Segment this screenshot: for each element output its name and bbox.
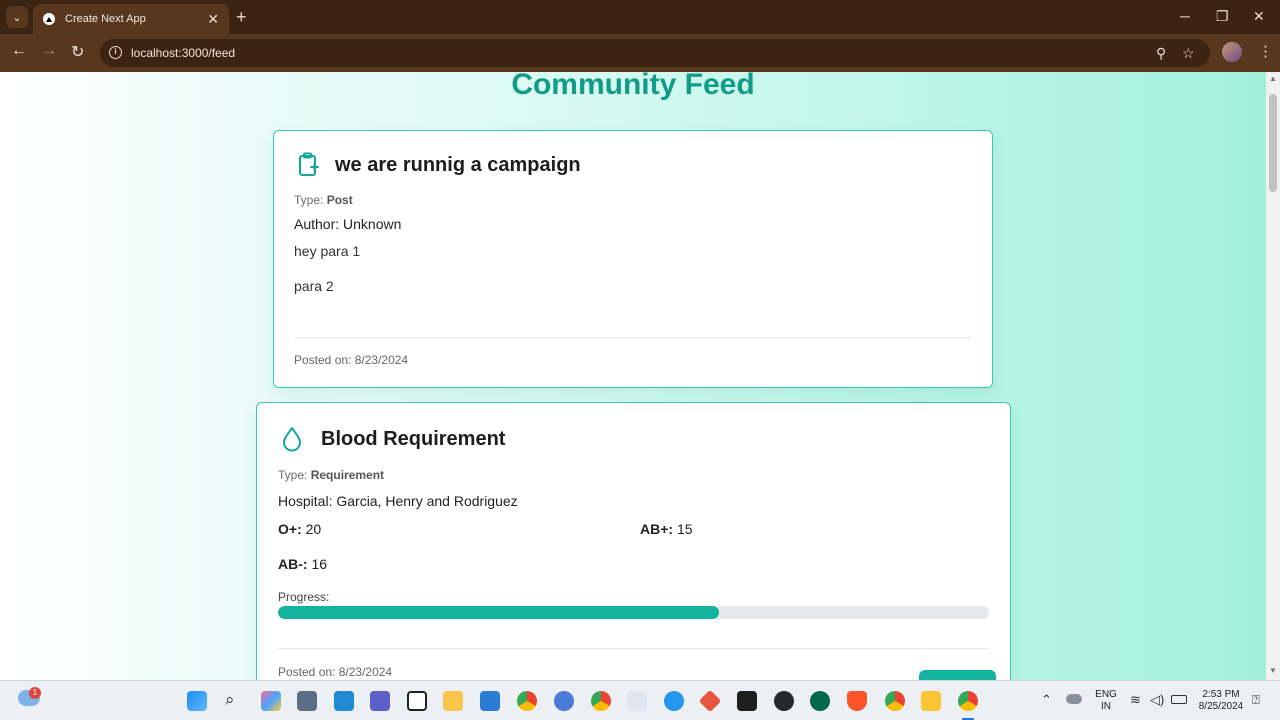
location-pin-icon[interactable]: ⚲ <box>1156 45 1166 62</box>
vscode-icon[interactable] <box>334 691 354 711</box>
card-divider <box>278 648 989 649</box>
tab-search-button[interactable]: ⌄ <box>6 6 28 28</box>
notification-badge: 1 <box>29 687 41 699</box>
windows-taskbar: 1 ⌕ ⌃ ENG IN ≋ ◁) 2:53 PM 8/25/2024 ⍰ <box>0 680 1280 720</box>
blood-group-item: AB+: 15 <box>640 521 693 537</box>
chrome-icon[interactable] <box>591 691 611 711</box>
tab-close-icon[interactable]: ✕ <box>207 11 219 28</box>
droplet-icon <box>281 426 303 452</box>
chrome-icon[interactable] <box>517 691 537 711</box>
chevron-up-icon[interactable]: ⌃ <box>1041 692 1052 708</box>
post-title: we are runnig a campaign <box>335 153 581 176</box>
reload-icon[interactable]: ↻ <box>71 42 84 62</box>
copilot-icon[interactable] <box>261 691 281 711</box>
new-tab-button[interactable]: + <box>236 7 247 28</box>
clock-date: 8/25/2024 <box>1198 701 1244 712</box>
post-type: Type: Post <box>294 193 353 207</box>
region-code: IN <box>1101 701 1111 712</box>
blood-group-units: 15 <box>676 521 693 537</box>
language-code: ENG <box>1095 689 1117 700</box>
document-icon[interactable] <box>627 691 647 711</box>
forward-arrow-icon[interactable]: → <box>41 42 57 60</box>
hospital-name: Hospital: Garcia, Henry and Rodriguez <box>278 493 518 509</box>
battery-icon[interactable] <box>1171 695 1187 704</box>
github-icon[interactable] <box>774 691 794 711</box>
page-viewport: Community Feed we are runnig a campaign … <box>0 72 1266 680</box>
maximize-button[interactable]: ❐ <box>1216 8 1229 25</box>
wifi-icon[interactable]: ≋ <box>1130 692 1141 708</box>
nextjs-favicon-icon <box>43 13 55 25</box>
feed-card-requirement: Blood Requirement Type: Requirement Hosp… <box>256 402 1011 680</box>
address-bar[interactable]: i localhost:3000/feed ⚲ ☆ <box>100 39 1210 67</box>
posted-date: Posted on: 8/23/2024 <box>278 665 393 679</box>
post-paragraph: para 2 <box>294 278 334 294</box>
minimize-button[interactable]: ─ <box>1180 8 1190 24</box>
requirement-title: Blood Requirement <box>321 427 506 450</box>
close-window-button[interactable]: ✕ <box>1253 8 1265 25</box>
url-text[interactable]: localhost:3000/feed <box>131 46 235 60</box>
scroll-down-arrow-icon[interactable]: ▼ <box>1269 666 1277 675</box>
mongodb-compass-icon[interactable] <box>810 691 830 711</box>
requirement-type: Type: Requirement <box>278 468 385 482</box>
search-icon[interactable]: ⌕ <box>225 690 235 710</box>
post-paragraph: hey para 1 <box>294 243 361 259</box>
profile-avatar[interactable] <box>1222 42 1242 62</box>
windows-start-icon[interactable] <box>187 691 207 711</box>
onedrive-cloud-icon[interactable] <box>1066 694 1082 704</box>
progress-label: Progress: <box>278 590 330 604</box>
card-action-button[interactable] <box>919 670 996 680</box>
docker-icon[interactable] <box>664 691 684 711</box>
volume-icon[interactable]: ◁) <box>1150 692 1164 708</box>
language-indicator[interactable]: ENG IN <box>1092 689 1120 713</box>
page-scrollbar[interactable]: ▲ ▼ <box>1266 72 1280 680</box>
browser-menu-icon[interactable]: ⋮ <box>1258 42 1273 60</box>
browser-toolbar: ← → ↻ i localhost:3000/feed ⚲ ☆ ⋮ <box>0 34 1280 72</box>
requirement-type-value: Requirement <box>310 468 385 482</box>
blood-group-item: AB-: 16 <box>278 556 327 572</box>
progress-bar-fill <box>278 606 719 619</box>
clipboard-icon <box>297 152 321 178</box>
blood-group-label: AB+: <box>640 521 674 537</box>
todo-check-icon[interactable] <box>480 691 500 711</box>
clock[interactable]: 2:53 PM 8/25/2024 <box>1193 689 1249 713</box>
blood-group-item: O+: 20 <box>278 521 321 537</box>
terminal-icon[interactable] <box>737 691 757 711</box>
post-author: Author: Unknown <box>294 216 402 232</box>
chrome-profile-icon[interactable] <box>554 691 574 711</box>
notifications-bell-icon[interactable]: ⍰ <box>1252 692 1260 708</box>
page-title: Community Feed <box>511 72 755 101</box>
file-explorer-icon[interactable] <box>443 691 463 711</box>
progress-bar <box>278 606 989 619</box>
brave-icon[interactable] <box>847 691 867 711</box>
blood-group-units: 20 <box>305 521 322 537</box>
git-icon[interactable] <box>698 689 722 713</box>
chrome-active-icon[interactable] <box>958 691 978 711</box>
calculator-icon[interactable] <box>297 691 317 711</box>
notion-icon[interactable] <box>407 691 427 711</box>
chrome-icon[interactable] <box>885 691 905 711</box>
browser-tab-bar: ⌄ Create Next App ✕ + ─ ❐ ✕ <box>0 0 1280 34</box>
scroll-up-arrow-icon[interactable]: ▲ <box>1269 74 1277 83</box>
site-info-icon[interactable]: i <box>109 46 122 59</box>
card-divider <box>294 337 972 338</box>
feed-card-post: we are runnig a campaign Type: Post Auth… <box>273 130 993 388</box>
back-arrow-icon[interactable]: ← <box>11 42 27 60</box>
scrollbar-thumb[interactable] <box>1269 94 1277 192</box>
teams-icon[interactable] <box>370 691 390 711</box>
browser-tab[interactable]: Create Next App ✕ <box>33 4 229 34</box>
bookmark-star-icon[interactable]: ☆ <box>1182 45 1195 62</box>
posted-date: Posted on: 8/23/2024 <box>294 353 409 367</box>
post-type-value: Post <box>326 193 353 207</box>
blood-group-label: O+: <box>278 521 302 537</box>
keep-notes-icon[interactable] <box>921 691 941 711</box>
blood-group-units: 16 <box>311 556 328 572</box>
clock-time: 2:53 PM <box>1202 689 1240 700</box>
tab-title: Create Next App <box>65 13 146 25</box>
blood-group-label: AB-: <box>278 556 308 572</box>
